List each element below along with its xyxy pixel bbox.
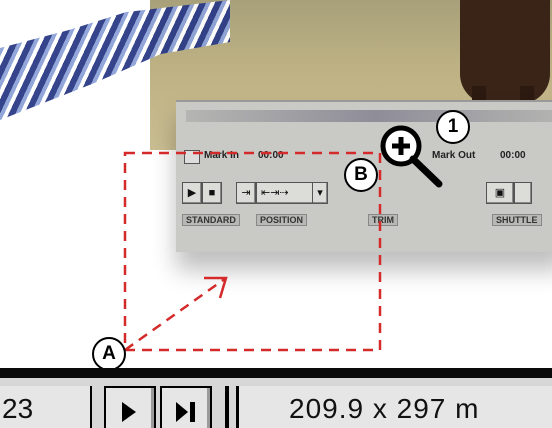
selection-marquee <box>123 151 382 352</box>
step-forward-icon <box>176 402 195 422</box>
callout-a: A <box>92 337 126 371</box>
screenshot-stage: Mark In 00:00 Mark Out 00:00 ▶ ■ ⇥ ⇤⇥⇢ ▾… <box>0 0 552 428</box>
callout-b: B <box>344 158 378 192</box>
toolbar-divider <box>0 368 552 378</box>
bottom-toolbar: 23 209.9 x 297 m <box>0 378 552 428</box>
page-size-readout: 209.9 x 297 m <box>236 386 552 428</box>
toolbar-separator <box>225 386 229 428</box>
frame-number-field[interactable]: 23 <box>0 386 92 428</box>
step-forward-button[interactable] <box>160 386 212 428</box>
annotation-overlay <box>123 151 382 352</box>
play-icon <box>122 402 136 422</box>
drag-arrow <box>124 276 227 352</box>
callout-1: 1 <box>436 110 470 144</box>
play-button[interactable] <box>104 386 156 428</box>
